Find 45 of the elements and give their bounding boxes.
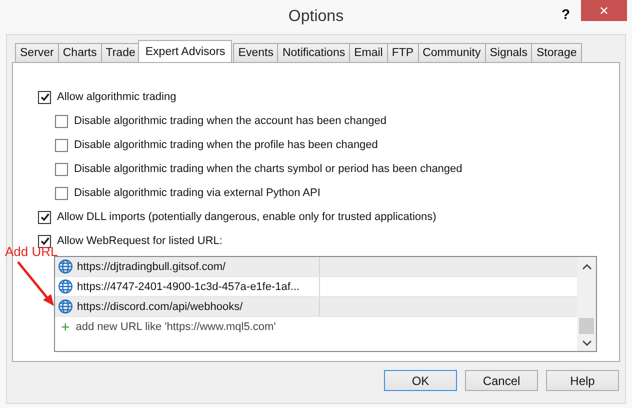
tab[interactable]: Signals (484, 43, 532, 62)
url-text[interactable]: https://djtradingbull.gitsof.com/ (77, 260, 226, 272)
checkbox-label: Disable algorithmic trading when the charts symbol or period has been changed (74, 163, 462, 175)
tab[interactable]: Events (233, 43, 278, 62)
checkbox-label: Allow algorithmic trading (57, 91, 176, 103)
scrollbar-thumb[interactable] (579, 318, 594, 334)
annotation-text: Add URL (5, 244, 58, 259)
globe-icon (58, 279, 73, 294)
add-icon[interactable]: + (61, 320, 70, 334)
tab[interactable]: Community (418, 43, 486, 62)
url-text[interactable]: https://discord.com/api/webhooks/ (77, 300, 243, 312)
checkbox-label: Allow DLL imports (potentially dangerous, enable only for trusted applications) (57, 211, 436, 223)
annotation-arrow (16, 260, 56, 308)
tab[interactable]: Expert Advisors (138, 40, 232, 62)
checkbox[interactable] (38, 90, 51, 104)
close-button[interactable]: ✕ (581, 0, 627, 21)
globe-icon (58, 299, 73, 314)
window-title: Options (288, 8, 344, 26)
checkbox-label: Allow WebRequest for listed URL: (57, 235, 222, 247)
checkbox[interactable] (55, 186, 68, 200)
add-url-placeholder[interactable]: add new URL like 'https://www.mql5.com' (76, 321, 276, 333)
checkbox[interactable] (55, 114, 68, 128)
url-text[interactable]: https://4747-2401-4900-1c3d-457a-e1fe-1af... (77, 280, 300, 292)
checkbox[interactable] (55, 138, 68, 152)
scrollbar[interactable] (577, 257, 596, 351)
help-button[interactable]: ? (561, 6, 570, 22)
tab[interactable]: Trade (100, 43, 140, 62)
checkbox-label: Disable algorithmic trading via external Python API (74, 187, 320, 199)
checkbox-label: Disable algorithmic trading when the profile has been changed (74, 139, 378, 151)
checkbox[interactable] (38, 234, 51, 248)
checkbox-label: Disable algorithmic trading when the account has been changed (74, 115, 386, 127)
scroll-down-icon[interactable] (582, 340, 592, 346)
scroll-up-icon[interactable] (582, 264, 592, 270)
checkbox[interactable] (55, 162, 68, 176)
tab[interactable]: Email (349, 43, 388, 62)
dialog-button[interactable]: Help (546, 370, 619, 391)
dialog-button[interactable]: OK (384, 370, 457, 391)
dialog-button[interactable]: Cancel (465, 370, 538, 391)
tab[interactable]: Server (15, 43, 59, 62)
tab[interactable]: Notifications (277, 43, 350, 62)
globe-icon (58, 259, 73, 274)
tab[interactable]: Storage (531, 43, 582, 62)
tab[interactable]: FTP (386, 43, 419, 62)
tab[interactable]: Charts (58, 43, 102, 62)
checkbox[interactable] (38, 210, 51, 224)
